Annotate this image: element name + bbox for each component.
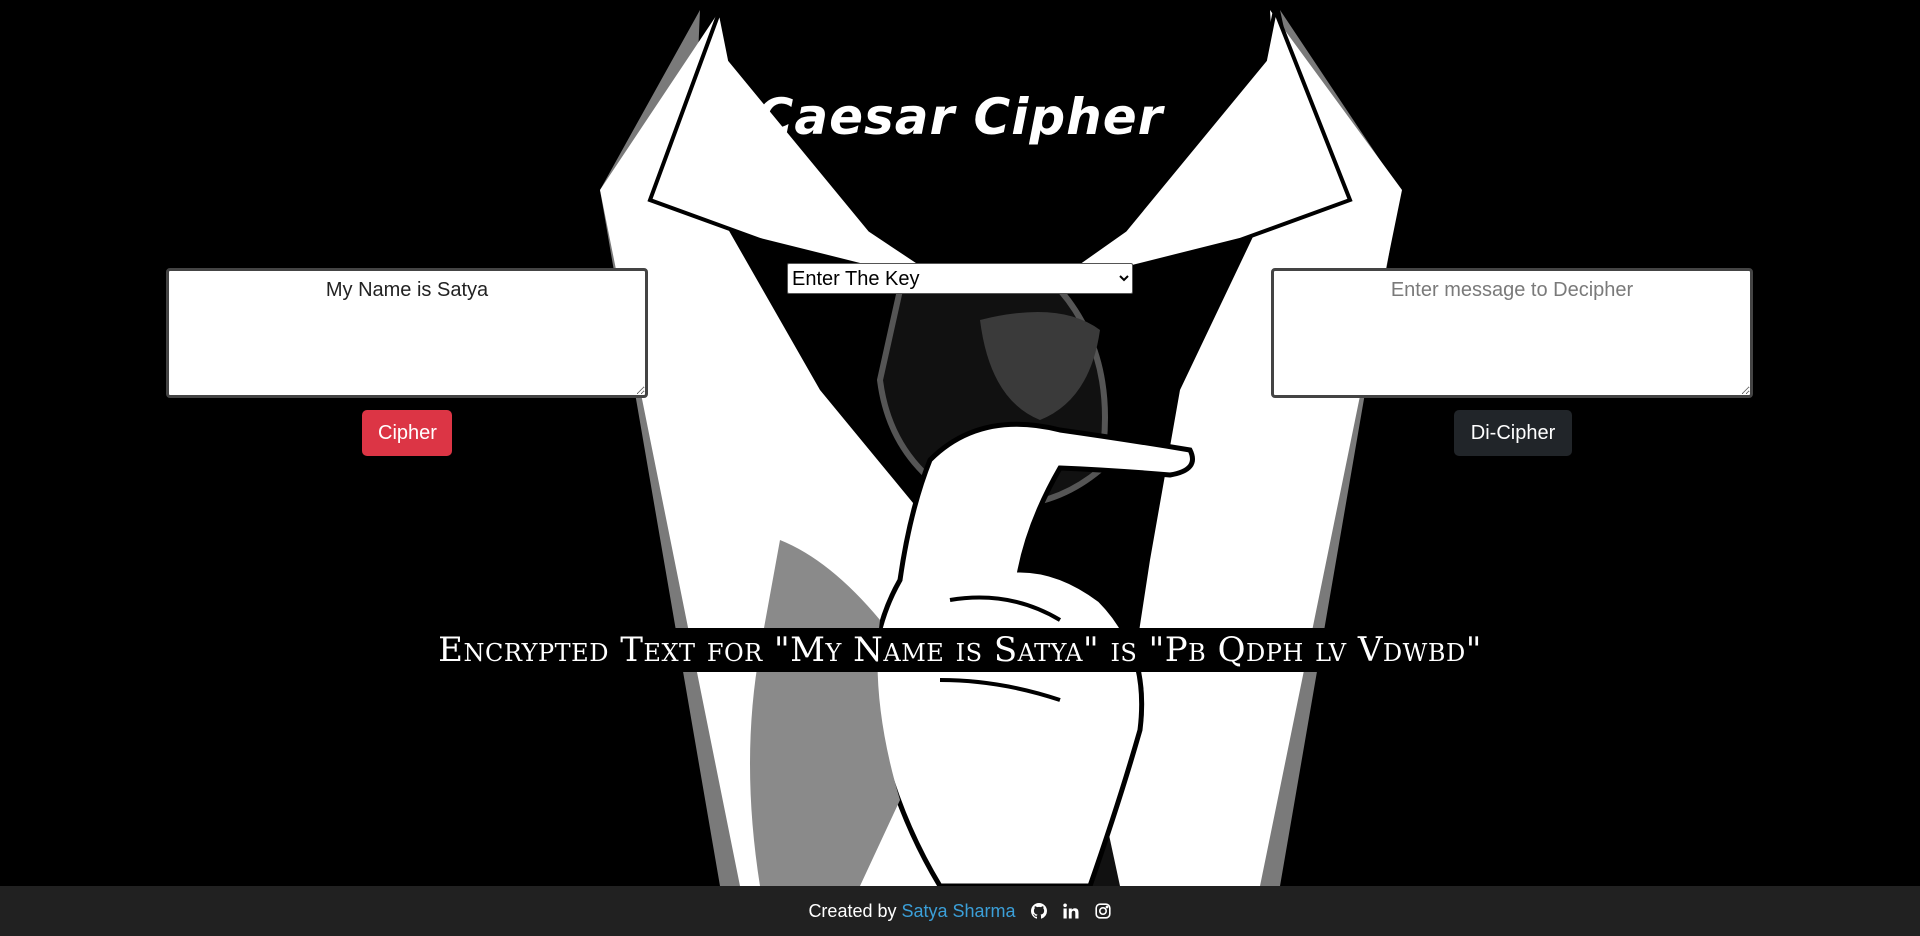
linkedin-icon[interactable] (1062, 902, 1080, 920)
footer-prefix: Created by (808, 900, 897, 921)
key-select[interactable]: Enter The Key (787, 263, 1133, 294)
result-text: Encrypted Text for "My Name is Satya" is… (434, 628, 1486, 672)
cipher-button[interactable]: Cipher (362, 410, 452, 456)
page: Caesar Cipher My Name is Satya Enter The… (0, 0, 1920, 936)
decipher-input[interactable] (1271, 268, 1753, 398)
author-link[interactable]: Satya Sharma (902, 901, 1016, 922)
instagram-icon[interactable] (1094, 902, 1112, 920)
github-icon[interactable] (1030, 902, 1048, 920)
page-title: Caesar Cipher (756, 88, 1164, 146)
result-container: Encrypted Text for "My Name is Satya" is… (0, 628, 1920, 672)
cipher-input[interactable]: My Name is Satya (166, 268, 648, 398)
footer: Created by Satya Sharma (0, 886, 1920, 936)
decipher-button[interactable]: Di-Cipher (1454, 410, 1572, 456)
